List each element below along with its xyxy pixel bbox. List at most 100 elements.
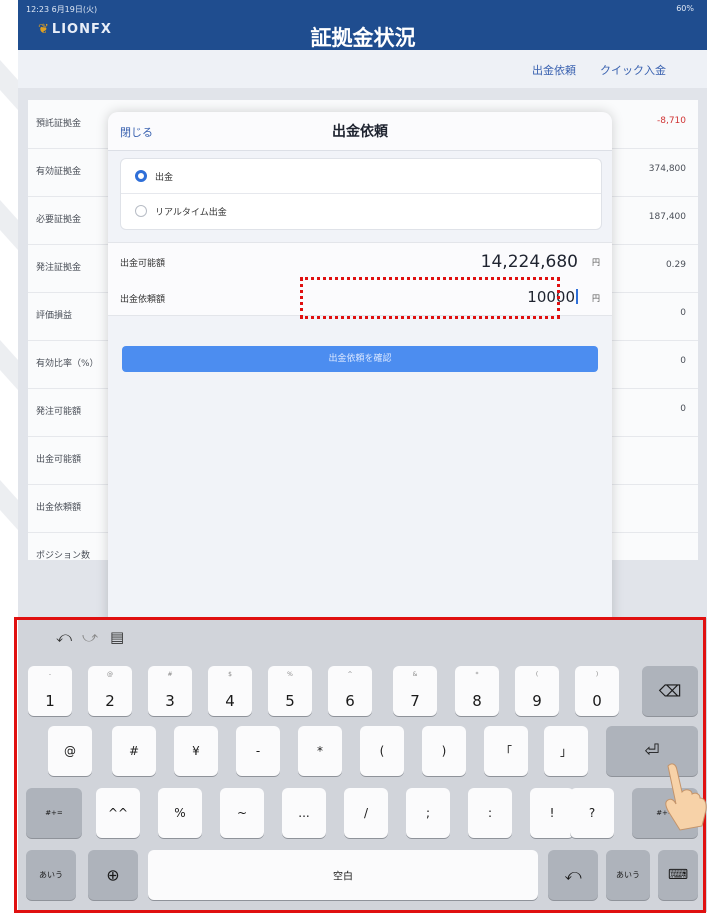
divider (121, 193, 601, 194)
key-colon[interactable]: : (468, 788, 512, 838)
key-label: #+= (45, 809, 63, 817)
request-amount-label: 出金依頼額 (120, 295, 166, 305)
sub-toolbar: 出金依頼 クイック入金 (18, 50, 707, 89)
key-label: 「 (499, 744, 512, 759)
key-4[interactable]: $4 (208, 666, 252, 716)
key-2[interactable]: @2 (88, 666, 132, 716)
key-open-bracket[interactable]: 「 (484, 726, 528, 776)
key-label: 1 (45, 692, 55, 710)
row-value: -8,710 (656, 116, 686, 126)
key-label: ! (549, 806, 555, 820)
key-exclamation[interactable]: ! (530, 788, 574, 838)
key-open-paren[interactable]: ( (360, 726, 404, 776)
key-kaomoji[interactable]: ^^ (96, 788, 140, 838)
row-value: 187,400 (648, 212, 686, 222)
keyboard-dismiss-key[interactable]: ⌨ (658, 850, 698, 900)
key-7[interactable]: & 7 (393, 666, 437, 716)
key-label: あいう (616, 870, 640, 880)
key-question[interactable]: ? (570, 788, 614, 838)
shift-symbols-left-key[interactable]: #+= (26, 788, 82, 838)
request-amount-input[interactable]: 10000 (527, 288, 578, 306)
key-alt: ^ (347, 671, 353, 678)
key-semicolon[interactable]: ; (406, 788, 450, 838)
row-value: 0 (680, 404, 686, 414)
key-label: 」 (559, 744, 572, 759)
available-amount-label: 出金可能額 (120, 259, 166, 269)
row-label: 発注可能額 (36, 407, 82, 417)
row-value: 374,800 (648, 164, 686, 174)
tablet-screen: 12:23 6月19日(火) 60% ❦ LIONFX 証拠金状況 出金依頼 クイ… (18, 0, 707, 912)
modal-title: 出金依頼 (332, 124, 388, 140)
clipboard-icon[interactable]: ▤ (110, 628, 124, 646)
key-0[interactable]: ) 0 (575, 666, 619, 716)
key-label: ... (298, 806, 310, 820)
pointing-hand-icon (665, 763, 707, 831)
key-ellipsis[interactable]: ... (282, 788, 326, 838)
key-label: あいう (39, 870, 63, 880)
key-3[interactable]: #3 (148, 666, 192, 716)
undo-icon: ⤺ (564, 865, 582, 884)
row-label: 出金依頼額 (36, 503, 82, 513)
row-value: 0 (680, 308, 686, 318)
key-tilde[interactable]: ~ (220, 788, 264, 838)
software-keyboard: ⤺ ⤻ ▤ -1 @2 #3 $4 % 5 ^ 6 & 7 * 8 (9 ) 0 ⌫ @ … (18, 618, 707, 912)
key-label: 0 (592, 692, 602, 710)
key-close-paren[interactable]: ) (422, 726, 466, 776)
radio-selected-icon (135, 170, 147, 182)
key-at[interactable]: @ (48, 726, 92, 776)
option-withdraw[interactable]: 出金 (135, 166, 173, 186)
row-label: 出金可能額 (36, 455, 82, 465)
available-amount-row: 出金可能額 14,224,680 円 (108, 242, 612, 280)
key-alt: @ (107, 671, 113, 678)
undo-key[interactable]: ⤺ (548, 850, 598, 900)
key-label: ( (379, 744, 385, 758)
return-icon: ⏎ (644, 740, 660, 762)
key-label: 7 (410, 692, 420, 710)
key-percent[interactable]: % (158, 788, 202, 838)
key-slash[interactable]: / (344, 788, 388, 838)
request-amount-row: 出金依頼額 10000 円 (108, 279, 612, 316)
confirm-withdraw-button[interactable]: 出金依頼を確認 (122, 346, 598, 372)
quick-deposit-link[interactable]: クイック入金 (600, 62, 666, 78)
key-label: 9 (532, 692, 542, 710)
key-label: ) (441, 744, 447, 758)
row-label: 預託証拠金 (36, 119, 82, 129)
option-label: 出金 (155, 172, 174, 183)
key-minus[interactable]: - (236, 726, 280, 776)
key-label: * (317, 744, 323, 758)
key-label: : (487, 806, 493, 820)
option-label: リアルタイム出金 (155, 207, 227, 218)
key-5[interactable]: % 5 (268, 666, 312, 716)
row-label: 有効証拠金 (36, 167, 82, 177)
row-label: 評価損益 (36, 311, 73, 321)
key-8[interactable]: * 8 (455, 666, 499, 716)
available-amount-value: 14,224,680 (480, 252, 578, 272)
backspace-key[interactable]: ⌫ (642, 666, 698, 716)
space-key[interactable]: 空白 (148, 850, 538, 900)
key-9[interactable]: (9 (515, 666, 559, 716)
key-alt: $ (228, 671, 232, 678)
redo-icon[interactable]: ⤻ (82, 628, 98, 646)
key-1[interactable]: -1 (28, 666, 72, 716)
globe-key[interactable]: ⊕ (88, 850, 138, 900)
key-label: # (128, 744, 140, 758)
key-asterisk[interactable]: * (298, 726, 342, 776)
undo-icon[interactable]: ⤺ (56, 628, 72, 646)
withdraw-request-link[interactable]: 出金依頼 (532, 62, 576, 78)
backspace-icon: ⌫ (658, 681, 682, 701)
key-label: ; (425, 806, 431, 820)
text-cursor (576, 289, 578, 304)
key-yen[interactable]: ¥ (174, 726, 218, 776)
yen-unit: 円 (592, 294, 600, 303)
key-alt: * (475, 671, 479, 678)
kana-right-key[interactable]: あいう (606, 850, 650, 900)
option-realtime-withdraw[interactable]: リアルタイム出金 (135, 201, 227, 221)
row-label: ポジション数 (36, 551, 91, 561)
key-6[interactable]: ^ 6 (328, 666, 372, 716)
row-value: 0 (680, 356, 686, 366)
key-close-bracket[interactable]: 」 (544, 726, 588, 776)
kana-left-key[interactable]: あいう (26, 850, 76, 900)
key-label: ? (588, 806, 596, 820)
key-hash[interactable]: # (112, 726, 156, 776)
keyboard-hide-icon: ⌨ (667, 867, 689, 883)
